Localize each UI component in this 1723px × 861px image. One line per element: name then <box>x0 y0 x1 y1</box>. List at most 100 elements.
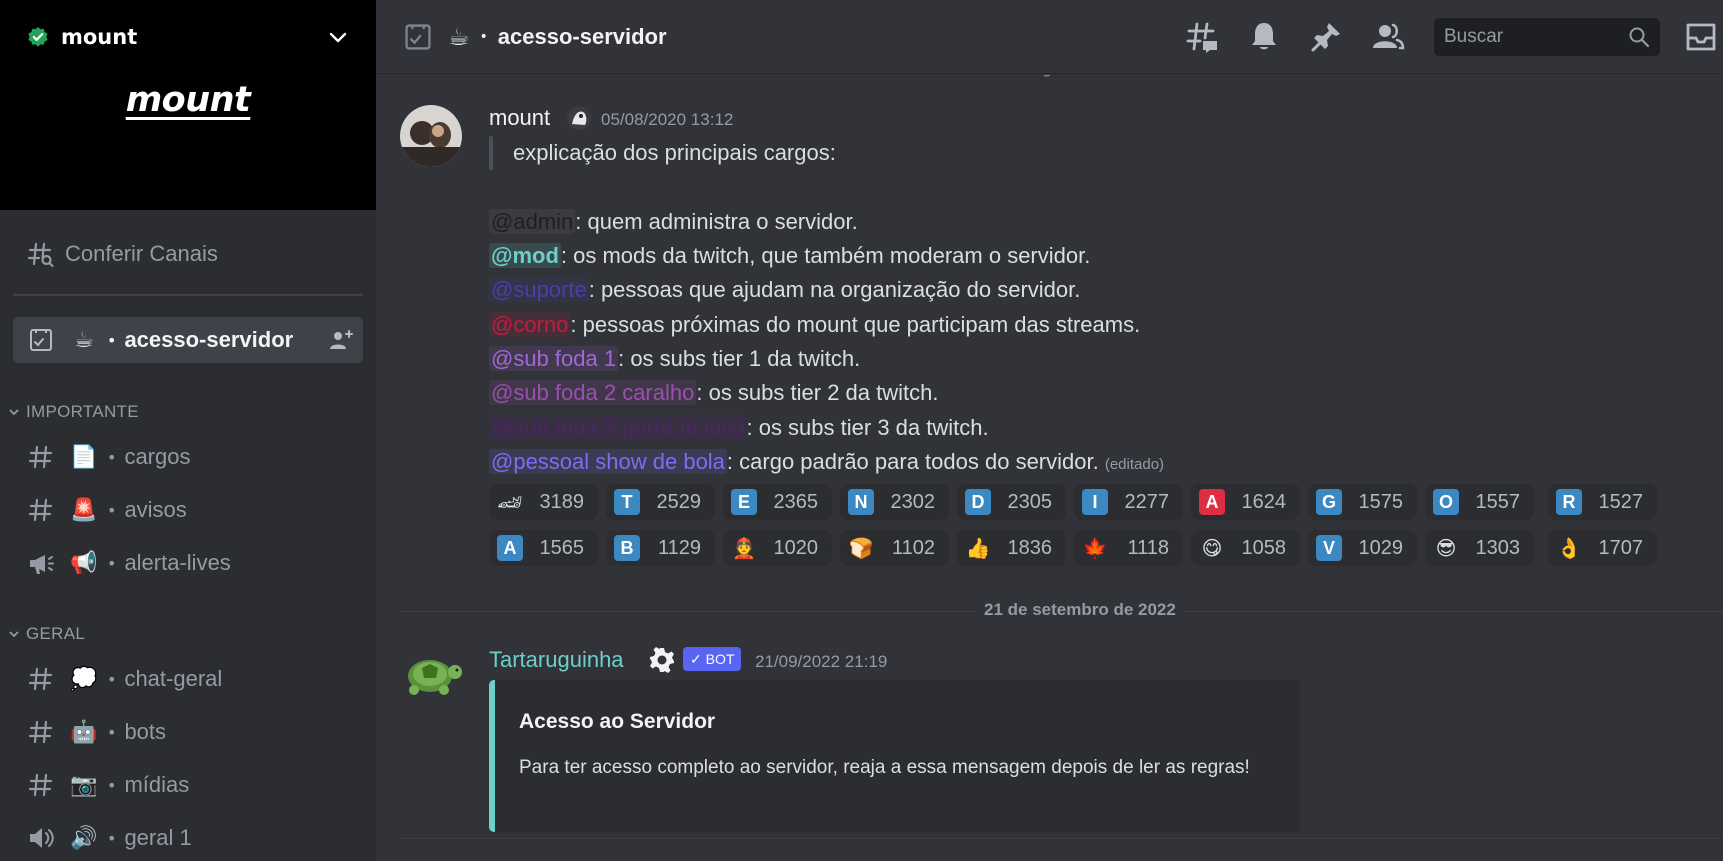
reaction-button[interactable]: T 2529 <box>606 484 715 520</box>
role-line: @suporte: pessoas que ajudam na organiza… <box>489 277 1080 303</box>
reaction-button[interactable]: D 2305 <box>957 484 1066 520</box>
reaction-button[interactable]: I 2277 <box>1074 484 1183 520</box>
reaction-button[interactable]: V 1029 <box>1308 530 1417 566</box>
reaction-button[interactable]: 👲 1020 <box>723 530 832 566</box>
role-mention[interactable]: @mod <box>489 243 561 268</box>
browse-channels-button[interactable]: Conferir Canais <box>13 233 363 275</box>
embed-description: Para ter acesso completo ao servidor, re… <box>519 757 1250 778</box>
embed-title: Acesso ao Servidor <box>519 710 716 733</box>
reaction-button[interactable]: E 2365 <box>723 484 832 520</box>
channel-emoji: 💭 <box>70 666 98 692</box>
date-divider-label: 21 de setembro de 2022 <box>976 600 1184 620</box>
category-geral[interactable]: GERAL <box>8 622 85 646</box>
role-line: @pessoal show de bola: cargo padrão para… <box>489 449 1164 475</box>
letter-a-icon: A <box>497 535 523 561</box>
reaction-count: 2305 <box>1007 490 1053 513</box>
letter-t-icon: T <box>614 489 640 515</box>
reaction-button[interactable]: O 1557 <box>1425 484 1534 520</box>
role-mention[interactable]: @pessoal show de bola <box>489 449 727 474</box>
bread-icon: 🍞 <box>848 536 874 560</box>
message-author[interactable]: Tartaruguinha <box>489 647 624 673</box>
chevron-down-icon[interactable] <box>327 26 349 48</box>
sidebar-item-geral-1[interactable]: 🔊 • geral 1 <box>13 815 363 861</box>
role-description: : os subs tier 2 da twitch. <box>696 380 939 405</box>
role-mention[interactable]: @sub foda 2 caralho <box>489 380 697 405</box>
category-importante[interactable]: IMPORTANTE <box>8 400 139 424</box>
server-banner[interactable]: mount mount <box>0 0 376 210</box>
sidebar-divider <box>13 294 363 296</box>
pin-icon[interactable] <box>1308 19 1344 55</box>
channel-separator: • <box>107 828 117 848</box>
search-bar[interactable] <box>1434 18 1660 56</box>
reaction-button[interactable]: 😎 1303 <box>1425 530 1534 566</box>
role-mention[interactable]: @admin <box>489 209 576 234</box>
sidebar-item-avisos[interactable]: 🚨 • avisos <box>13 487 363 533</box>
channel-emoji: 📄 <box>70 444 98 470</box>
reaction-button[interactable]: 👍 1836 <box>957 530 1066 566</box>
sidebar-item-midias[interactable]: 📷 • mídias <box>13 762 363 808</box>
category-label: IMPORTANTE <box>26 402 139 421</box>
channel-separator: • <box>107 447 117 467</box>
bot-badge: ✓ BOT <box>683 647 742 671</box>
sunglasses-face-icon: 😎 <box>1435 536 1457 560</box>
channel-emoji: 🤖 <box>70 719 98 745</box>
channel-separator: • <box>107 330 117 350</box>
avatar[interactable] <box>400 105 462 167</box>
server-header[interactable]: mount <box>27 24 349 50</box>
threads-icon[interactable] <box>1184 19 1220 55</box>
rules-channel-icon <box>405 23 431 50</box>
reaction-button[interactable]: A 1565 <box>489 530 598 566</box>
letter-n-icon: N <box>848 489 874 515</box>
role-line: @sub foda 3 porra ta loco: os subs tier … <box>489 415 989 441</box>
turtle-avatar-icon <box>408 660 462 695</box>
members-icon[interactable] <box>1370 19 1406 55</box>
reaction-button[interactable]: 😋 1058 <box>1191 530 1300 566</box>
sidebar-item-cargos[interactable]: 📄 • cargos <box>13 434 363 480</box>
bell-icon[interactable] <box>1246 19 1282 55</box>
sidebar-item-acesso-servidor[interactable]: ☕ • acesso-servidor <box>13 317 363 363</box>
role-mention[interactable]: @suporte <box>489 277 589 302</box>
letter-d-icon: D <box>965 489 991 515</box>
sidebar-item-bots[interactable]: 🤖 • bots <box>13 709 363 755</box>
browse-channels-icon <box>27 242 54 268</box>
reaction-button[interactable]: 🏎 3189 <box>489 484 598 520</box>
role-mention[interactable]: @sub foda 1 <box>489 346 619 371</box>
chevron-down-icon <box>9 631 19 638</box>
channel-emoji: 🚨 <box>70 497 98 523</box>
reaction-button[interactable]: 🍁 1118 <box>1074 530 1183 566</box>
channel-name: alerta-lives <box>124 550 231 575</box>
reaction-button[interactable]: B 1129 <box>606 530 715 566</box>
reaction-button[interactable]: A 1624 <box>1191 484 1300 520</box>
add-member-icon[interactable] <box>329 328 353 352</box>
reaction-count: 1836 <box>1007 536 1053 559</box>
role-mention[interactable]: @sub foda 3 porra ta loco <box>489 415 747 440</box>
sidebar-item-alerta-lives[interactable]: 📢 • alerta-lives <box>13 540 363 586</box>
search-input[interactable] <box>1434 18 1614 56</box>
role-description: : quem administra o servidor. <box>575 209 858 234</box>
person-hat-icon: 👲 <box>731 536 757 560</box>
role-description: : pessoas próximas do mount que particip… <box>570 312 1141 337</box>
role-mention[interactable]: @corno <box>489 312 571 337</box>
role-icon <box>567 106 591 130</box>
message-timestamp: 05/08/2020 13:12 <box>601 110 734 129</box>
reaction-button[interactable]: 👌 1707 <box>1548 530 1657 566</box>
message-author[interactable]: mount <box>489 105 550 131</box>
search-icon[interactable] <box>1628 26 1650 48</box>
voice-channel-icon <box>30 828 54 848</box>
reaction-button[interactable]: G 1575 <box>1308 484 1417 520</box>
reaction-button[interactable]: R 1527 <box>1548 484 1657 520</box>
letter-o-icon: O <box>1433 489 1459 515</box>
inbox-icon[interactable] <box>1683 19 1719 55</box>
text-channel-icon <box>28 773 53 797</box>
rules-channel-icon <box>30 329 52 351</box>
reaction-button[interactable]: 🍞 1102 <box>840 530 949 566</box>
sidebar-item-chat-geral[interactable]: 💭 • chat-geral <box>13 656 363 702</box>
channel-separator: • <box>107 553 117 573</box>
role-line: @mod: os mods da twitch, que também mode… <box>489 243 1090 269</box>
role-line: @sub foda 2 caralho: os subs tier 2 da t… <box>489 380 938 406</box>
reaction-button[interactable]: N 2302 <box>840 484 949 520</box>
avatar[interactable] <box>400 650 462 712</box>
yum-face-icon: 😋 <box>1201 536 1223 560</box>
reaction-count: 1527 <box>1598 490 1644 513</box>
message-timestamp: 21/09/2022 21:19 <box>755 652 888 671</box>
